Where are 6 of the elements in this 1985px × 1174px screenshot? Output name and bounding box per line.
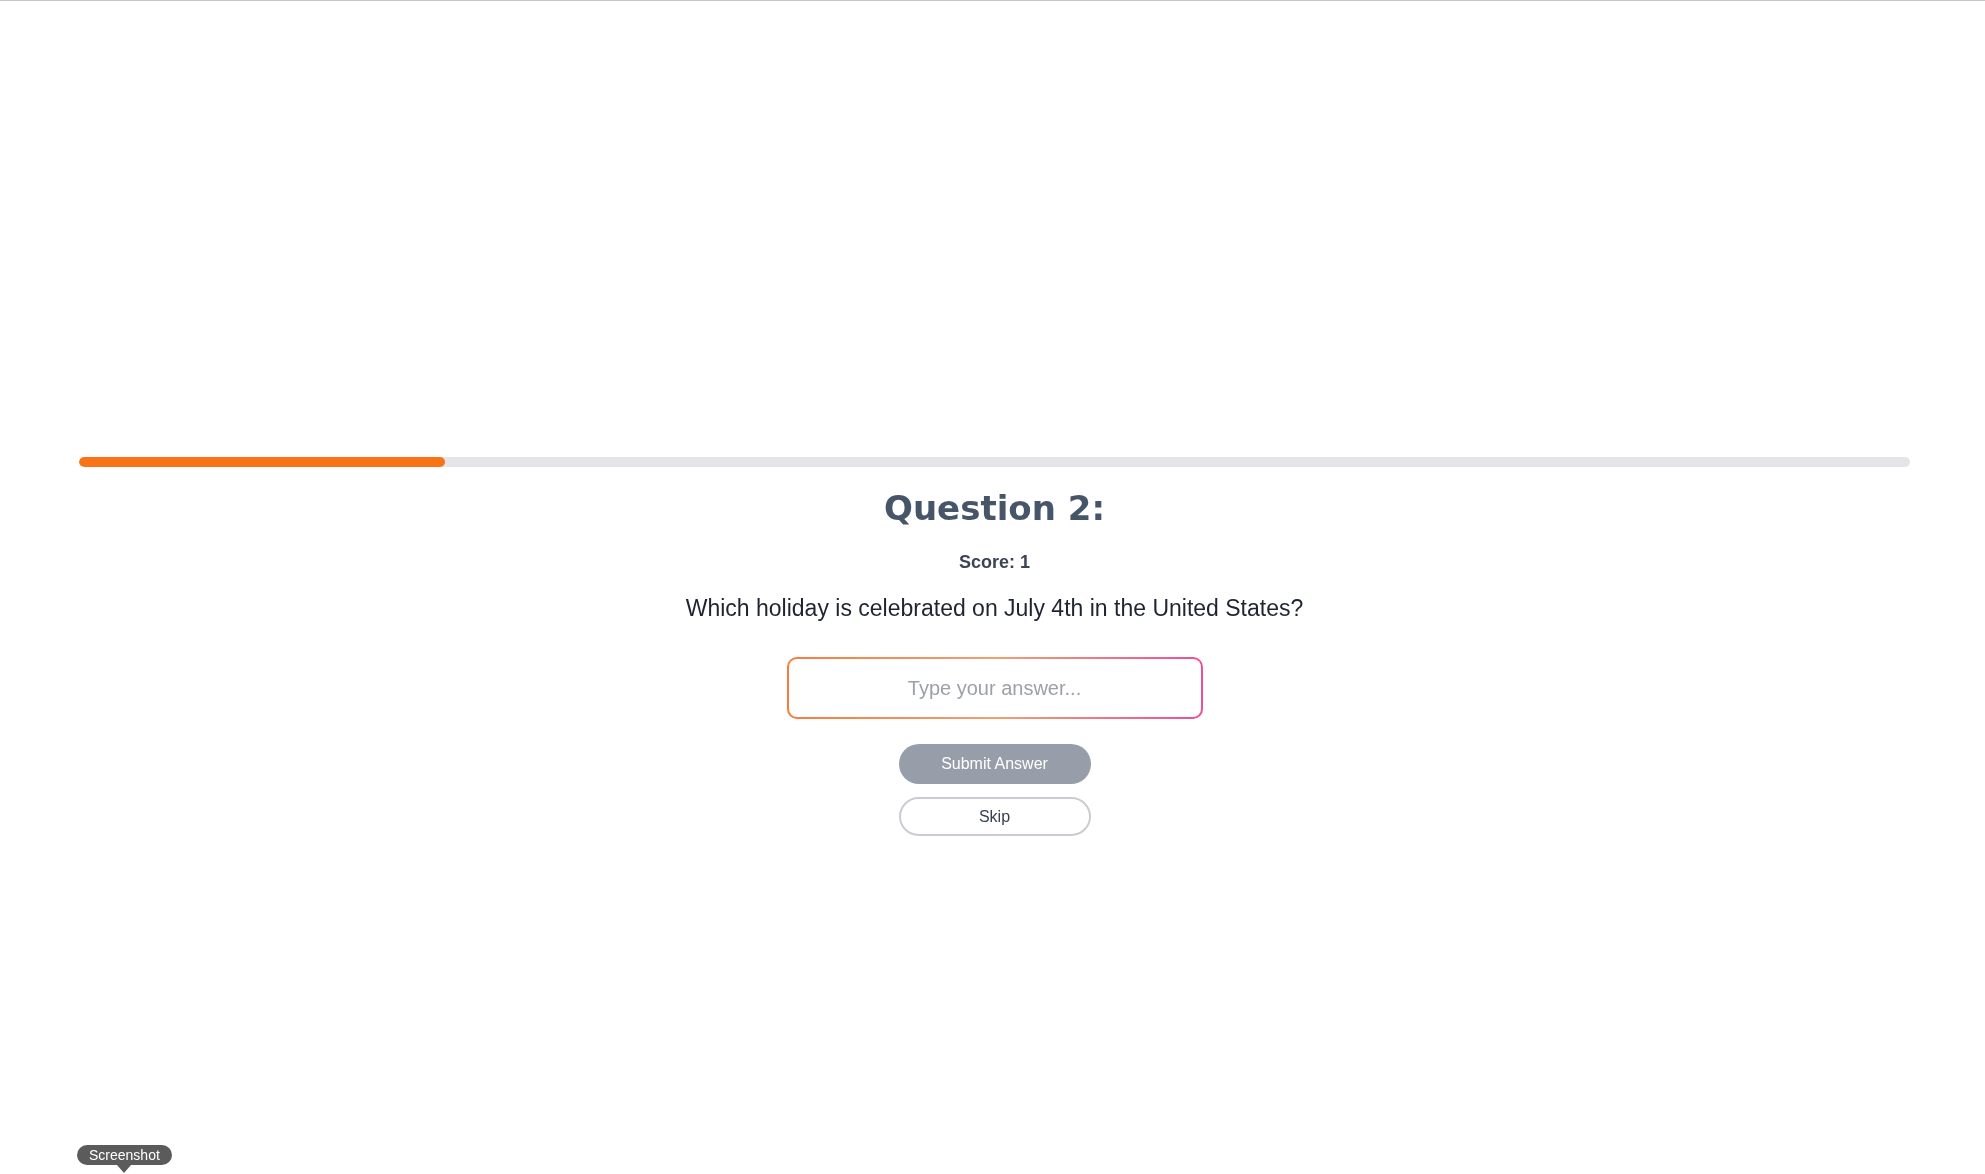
answer-field[interactable]: Type your answer...	[786, 657, 1203, 719]
skip-button[interactable]: Skip	[898, 797, 1091, 836]
score-text: Score: 1	[958, 551, 1030, 573]
tooltip-pointer-icon	[117, 1165, 132, 1173]
question-text: Which holiday is celebrated on July 4th in the United States?	[685, 594, 1304, 622]
question-heading: Question 2:	[884, 487, 1105, 529]
